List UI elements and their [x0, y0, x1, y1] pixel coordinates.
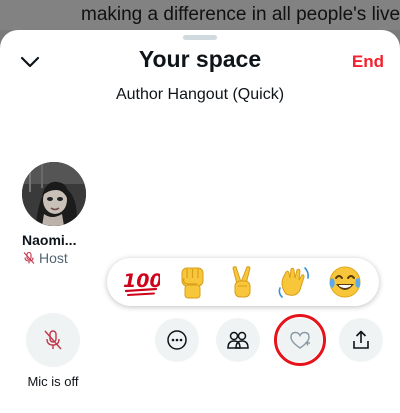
speaker-role-row: Host: [22, 250, 92, 266]
reactions-tray: 100: [107, 258, 379, 306]
more-dots-icon: [167, 330, 187, 350]
people-icon: [227, 331, 249, 349]
mic-off-icon: [23, 251, 35, 264]
background-content: making a difference in all people's live…: [0, 0, 400, 30]
reaction-tears-of-joy[interactable]: [325, 262, 365, 302]
hundred-points-icon: 100: [123, 270, 160, 296]
share-icon: [353, 330, 369, 349]
victory-hand-icon: [232, 266, 251, 298]
avatar: [22, 162, 86, 226]
reaction-hundred-points[interactable]: 100: [121, 262, 161, 302]
page-title: Your space: [138, 46, 262, 72]
space-sheet: Your space End Author Hangout (Quick) Na…: [0, 30, 400, 413]
participants-button[interactable]: [216, 318, 260, 362]
end-button[interactable]: End: [352, 52, 384, 72]
mic-toggle-button[interactable]: [26, 313, 80, 367]
sheet-grabber[interactable]: [183, 35, 217, 40]
waving-hand-icon: [278, 267, 310, 298]
speaker-card[interactable]: Naomi... Host: [22, 162, 92, 266]
reaction-waving-hand[interactable]: [274, 262, 314, 302]
more-options-button[interactable]: [155, 318, 199, 362]
share-button[interactable]: [339, 318, 383, 362]
speaker-name: Naomi...: [22, 232, 77, 248]
space-subtitle: Author Hangout (Quick): [115, 86, 285, 103]
mic-status-label: Mic is off: [27, 374, 79, 389]
highlight-ring: [274, 314, 326, 366]
reaction-raised-fist[interactable]: [172, 262, 212, 302]
raised-fist-icon: [181, 267, 204, 299]
tears-of-joy-icon: [329, 266, 361, 298]
reaction-victory-hand[interactable]: [223, 262, 263, 302]
mic-off-icon: [44, 330, 62, 350]
speaker-role: Host: [39, 250, 68, 266]
background-text: making a difference in all people's live…: [81, 4, 400, 25]
